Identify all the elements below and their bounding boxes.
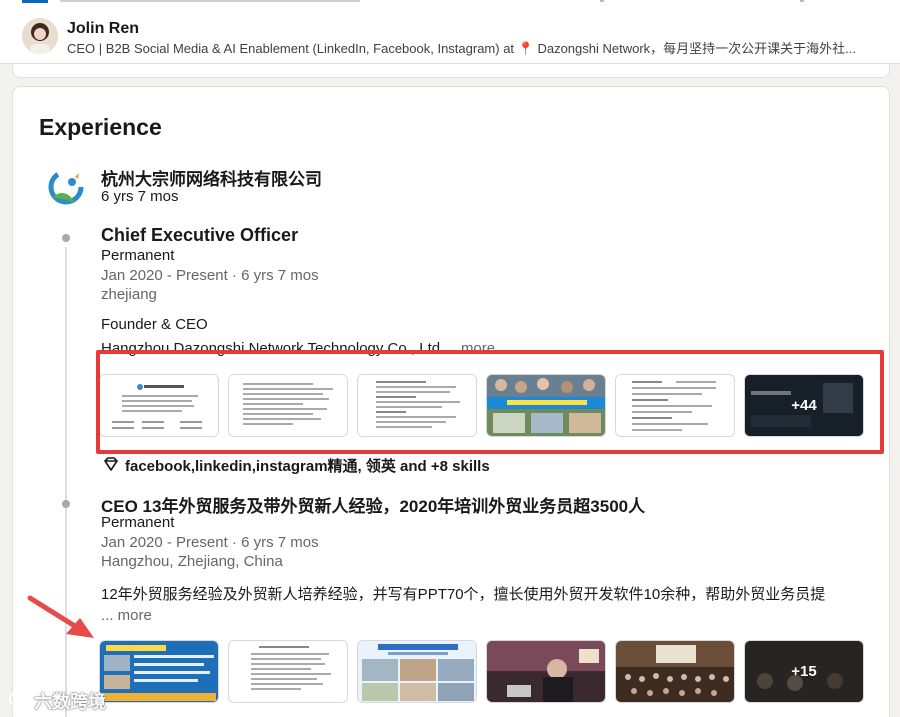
role-title: Chief Executive Officer	[101, 225, 299, 245]
tab-strip-dot	[800, 0, 804, 2]
watermark-logo-icon	[8, 690, 30, 713]
media-thumbnail[interactable]	[99, 640, 219, 703]
role-location: Hangzhou, Zhejiang, China	[101, 553, 283, 570]
role-description-line: Hangzhou Dazongshi Network Technology Co…	[101, 340, 495, 357]
profile-sticky-header: Jolin Ren CEO | B2B Social Media & AI En…	[0, 0, 900, 64]
timeline-dot	[62, 234, 70, 242]
media-thumbnail[interactable]	[486, 374, 606, 437]
media-thumbnail[interactable]	[228, 374, 348, 437]
media-thumbnail[interactable]	[357, 640, 477, 703]
media-more-thumbnail[interactable]: +44	[744, 374, 864, 437]
profile-name[interactable]: Jolin Ren	[67, 20, 139, 38]
more-media-count[interactable]: +15	[745, 641, 863, 702]
company-logo-icon[interactable]	[45, 167, 89, 211]
media-thumbnail[interactable]	[357, 374, 477, 437]
media-thumbnail[interactable]	[228, 640, 348, 703]
company-duration: 6 yrs 7 mos	[101, 188, 179, 205]
previous-card-bottom	[12, 64, 890, 78]
see-more-link[interactable]: ... more	[101, 607, 152, 624]
skills-row[interactable]: facebook,linkedin,instagram精通, 领英 and +8…	[103, 455, 490, 476]
company-name[interactable]: 杭州大宗师网络科技有限公司	[101, 165, 322, 190]
media-thumbnails: +44	[99, 374, 864, 437]
timeline-dot	[62, 500, 70, 508]
employment-type: Permanent	[101, 247, 175, 264]
employment-type: Permanent	[101, 514, 175, 531]
role-description-line: 12年外贸服务经验及外贸新人培养经验，并写有PPT70个，擅长使用外贸开发软件1…	[101, 586, 826, 603]
more-media-count[interactable]: +44	[745, 375, 863, 436]
tab-strip-line	[60, 0, 360, 2]
role-dates: Jan 2020 - Present · 6 yrs 7 mos	[101, 534, 319, 551]
media-thumbnail[interactable]	[99, 374, 219, 437]
watermark: 六数跨境	[8, 688, 106, 714]
role-description-text: Hangzhou Dazongshi Network Technology Co…	[101, 340, 445, 357]
role-title: CEO 13年外贸服务及带外贸新人经验，2020年培训外贸业务员超3500人	[101, 497, 646, 516]
media-thumbnail[interactable]	[486, 640, 606, 703]
tab-strip-dot	[600, 0, 604, 2]
media-more-thumbnail[interactable]: +15	[744, 640, 864, 703]
top-tab-strip	[0, 0, 900, 4]
active-tab-indicator	[22, 0, 48, 3]
media-thumbnail[interactable]	[615, 640, 735, 703]
avatar[interactable]	[22, 18, 58, 54]
experience-card: Experience 杭州大宗师网络科技有限公司 6 yrs 7 mos Chi…	[12, 86, 890, 717]
role-dates: Jan 2020 - Present · 6 yrs 7 mos	[101, 267, 319, 284]
profile-headline: CEO | B2B Social Media & AI Enablement (…	[67, 41, 857, 56]
role-location: zhejiang	[101, 286, 157, 303]
role-description-line: Founder & CEO	[101, 316, 208, 333]
skills-text: facebook,linkedin,instagram精通, 领英 and +8…	[125, 458, 490, 475]
red-arrow-annotation	[24, 594, 104, 649]
media-thumbnail[interactable]	[615, 374, 735, 437]
watermark-text: 六数跨境	[34, 692, 106, 712]
media-thumbnails: +15	[99, 640, 864, 703]
section-title: Experience	[39, 114, 162, 140]
diamond-icon	[103, 456, 119, 476]
see-more-link[interactable]: ...more	[448, 340, 495, 357]
